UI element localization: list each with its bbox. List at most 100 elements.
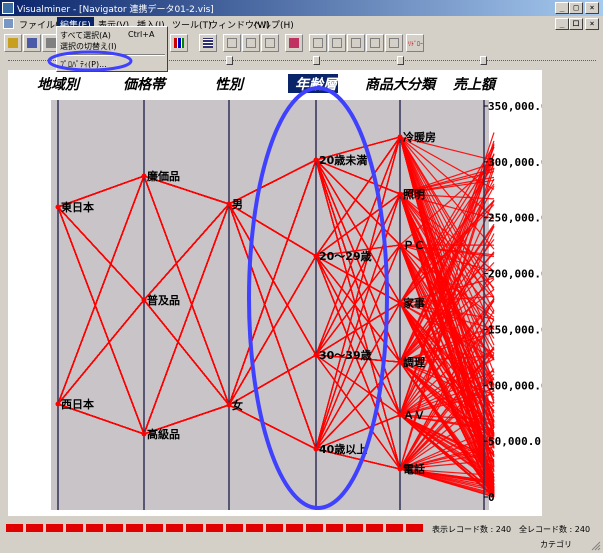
zoom-out-button[interactable] — [242, 34, 260, 52]
axis-title: 価格帯 — [123, 76, 168, 93]
progress-segment — [326, 524, 343, 532]
zoom-in-button[interactable] — [223, 34, 241, 52]
category-label: 30～39歳 — [319, 348, 372, 362]
close-button[interactable]: × — [585, 2, 599, 14]
axis-title: 地域別 — [37, 76, 82, 93]
doc-minimize-button[interactable]: _ — [555, 18, 569, 30]
axis-handle[interactable] — [313, 56, 320, 65]
menu-properties[interactable]: ﾌﾟﾛﾊﾟﾃｨ(P)... — [60, 59, 107, 70]
category-label: 西日本 — [61, 397, 94, 411]
axis-handle[interactable] — [480, 56, 487, 65]
category-node — [313, 352, 319, 358]
category-label: 家事 — [403, 296, 425, 310]
progress-segment — [386, 524, 403, 532]
axis-title: 売上額 — [453, 76, 498, 93]
value-tick-label: 250,000.0 — [488, 212, 542, 225]
doc-restore-button[interactable]: ロ — [569, 18, 583, 30]
value-tick-label: 350,000.0 — [488, 100, 542, 113]
filter-button[interactable] — [285, 34, 303, 52]
value-tick-label: 300,000.0 — [488, 156, 542, 169]
category-node — [397, 359, 403, 365]
category-node — [55, 204, 61, 210]
resize-grip-icon[interactable] — [591, 541, 601, 551]
doc-close-button[interactable]: × — [585, 18, 599, 30]
progress-segment — [66, 524, 83, 532]
edit-icon — [389, 38, 399, 48]
axis-title: 性別 — [215, 76, 246, 93]
select-button[interactable] — [309, 34, 327, 52]
axis-title: 商品大分類 — [365, 76, 438, 93]
category-label: 電話 — [403, 462, 425, 476]
category-node — [397, 466, 403, 472]
edit-dropdown: すべて選択(A) Ctrl+A 選択の切替え(I) ﾌﾟﾛﾊﾟﾃｨ(P)... — [56, 26, 168, 72]
menu-help[interactable]: ヘルプ(H) — [250, 17, 297, 32]
value-tick-label: 0 — [488, 491, 495, 504]
category-mode: カテゴリ — [540, 540, 572, 549]
category-node — [141, 297, 147, 303]
progress-segment — [206, 524, 223, 532]
parallel-coordinates-plot[interactable]: 地域別 価格帯 性別 年齢層 商品大分類 売上額 東日本 西日本 廉価品 普及品 高級品男女 20歳未… — [8, 70, 542, 516]
maximize-button[interactable]: □ — [569, 2, 583, 14]
category-node — [226, 201, 232, 207]
category-label: 女 — [232, 398, 243, 412]
save-icon — [27, 38, 37, 48]
print-icon — [46, 38, 56, 48]
filter-icon — [289, 38, 299, 48]
axis-handle[interactable] — [226, 56, 233, 65]
category-label: 20歳未満 — [319, 153, 367, 167]
redraw-button[interactable]: ﾘﾄﾞﾛｰ — [406, 34, 424, 52]
category-node — [141, 431, 147, 437]
progress-segment — [146, 524, 163, 532]
title-bar: Visualminer - [Navigator 連携データ01-2.vis] … — [0, 0, 603, 16]
app-icon[interactable] — [2, 2, 14, 14]
progress-segment — [106, 524, 123, 532]
progress-segment — [6, 524, 23, 532]
category-node — [313, 253, 319, 259]
category-node — [226, 402, 232, 408]
table-button[interactable] — [199, 34, 217, 52]
brush-icon — [351, 38, 361, 48]
category-node — [397, 412, 403, 418]
value-tick-label: 200,000.0 — [488, 268, 542, 281]
window-title: Visualminer - [Navigator 連携データ01-2.vis] — [17, 5, 214, 15]
save-button[interactable] — [23, 34, 41, 52]
bars-icon — [332, 38, 342, 48]
brush-button[interactable] — [347, 34, 365, 52]
progress-segment — [26, 524, 43, 532]
category-node — [397, 134, 403, 140]
menu-select-all[interactable]: すべて選択(A) — [60, 30, 111, 41]
redraw-label: ﾘﾄﾞﾛｰ — [408, 41, 424, 48]
display-record-count: 表示レコード数 : 240 — [432, 525, 512, 534]
progress-segment — [346, 524, 363, 532]
minimize-button[interactable]: _ — [555, 2, 569, 14]
move-button[interactable] — [261, 34, 279, 52]
progress-segment — [186, 524, 203, 532]
move-icon — [265, 38, 275, 48]
progress-segment — [126, 524, 143, 532]
progress-segment — [226, 524, 243, 532]
category-node — [397, 300, 403, 306]
open-button[interactable] — [4, 34, 22, 52]
progress-segment — [46, 524, 63, 532]
chart-button[interactable] — [170, 34, 188, 52]
open-icon — [8, 38, 18, 48]
layer-button[interactable] — [366, 34, 384, 52]
value-tick-label: 150,000.0 — [488, 323, 542, 336]
category-label: 照明 — [403, 188, 425, 201]
category-label: 東日本 — [61, 200, 94, 214]
edit-button[interactable] — [385, 34, 403, 52]
bars-button[interactable] — [328, 34, 346, 52]
value-tick-label: 50,000.0 — [488, 435, 541, 448]
progress-segment — [86, 524, 103, 532]
category-node — [55, 401, 61, 407]
category-node — [313, 157, 319, 163]
category-label: ＰＣ — [403, 239, 425, 252]
category-node — [313, 446, 319, 452]
zoom-in-icon — [227, 38, 237, 48]
menu-toggle-selection[interactable]: 選択の切替え(I) — [60, 41, 117, 52]
document-icon[interactable] — [3, 18, 14, 29]
progress-segment — [266, 524, 283, 532]
category-node — [141, 173, 147, 179]
table-icon — [203, 38, 213, 48]
axis-handle[interactable] — [397, 56, 404, 65]
